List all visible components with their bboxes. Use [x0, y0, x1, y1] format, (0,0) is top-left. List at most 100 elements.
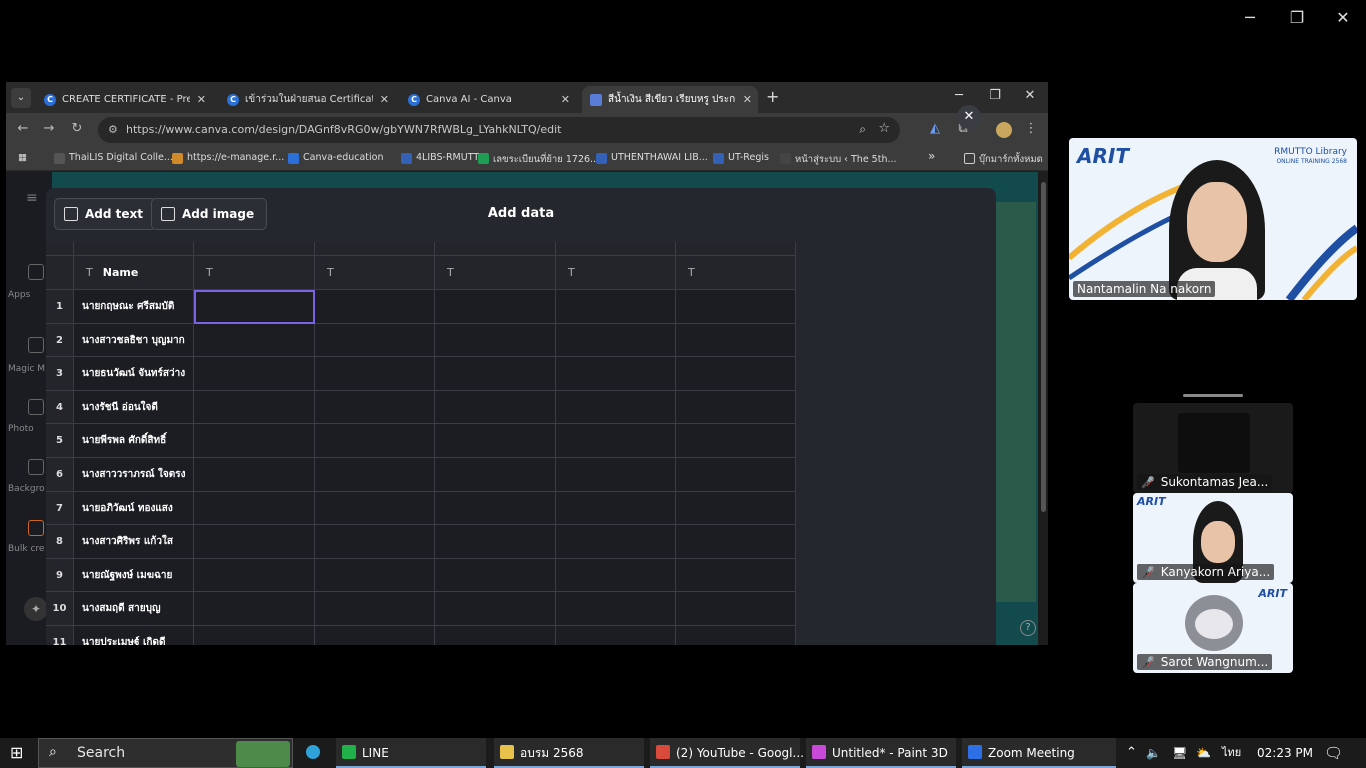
photos-icon[interactable] — [28, 399, 44, 415]
extension-icon[interactable]: ◭ — [926, 121, 944, 136]
hamburger-icon[interactable]: ≡ — [26, 190, 38, 206]
empty-cell[interactable] — [315, 357, 435, 391]
column-header[interactable]: T — [556, 256, 676, 290]
back-icon[interactable]: ← — [14, 121, 32, 136]
empty-cell[interactable] — [676, 491, 796, 526]
page-scrollbar[interactable] — [1038, 172, 1048, 645]
empty-cell[interactable] — [676, 323, 796, 358]
column-header[interactable]: T — [676, 256, 796, 290]
browser-restore-icon[interactable]: ❐ — [985, 88, 1005, 103]
browser-minimize-icon[interactable]: ─ — [949, 88, 969, 103]
new-tab-button[interactable]: + — [766, 87, 779, 106]
site-info-icon[interactable]: ⚙ — [108, 123, 118, 136]
background-icon[interactable] — [28, 459, 44, 475]
name-cell[interactable]: นางสมฤดี สายบุญ — [74, 592, 194, 626]
profile-avatar[interactable] — [996, 122, 1012, 138]
close-icon[interactable]: ✕ — [1331, 8, 1355, 27]
empty-cell[interactable] — [676, 626, 796, 645]
empty-cell[interactable] — [435, 323, 556, 358]
empty-cell[interactable] — [435, 290, 556, 324]
empty-cell[interactable] — [676, 525, 796, 559]
sidebar-magic-label[interactable]: Magic M — [8, 364, 45, 374]
participant-video-main[interactable]: ARIT RMUTTO Library ONLINE TRAINING 2568… — [1069, 138, 1357, 300]
empty-cell[interactable] — [556, 323, 676, 358]
name-cell[interactable]: นางรัชนี อ่อนใจดี — [74, 390, 194, 425]
empty-cell[interactable] — [435, 626, 556, 645]
empty-cell[interactable] — [435, 424, 556, 458]
empty-cell[interactable] — [315, 390, 435, 425]
empty-cell[interactable] — [435, 357, 556, 391]
empty-cell[interactable] — [194, 525, 315, 559]
gallery-drag-handle[interactable] — [1183, 394, 1243, 397]
browser-tab[interactable]: C Canva AI - Canva ✕ — [400, 86, 576, 113]
name-cell[interactable]: นายประเมษฐ์ เกิดดี — [74, 626, 194, 645]
tab-close-icon[interactable]: ✕ — [743, 86, 752, 113]
sidebar-bulk-label[interactable]: Bulk cre — [8, 544, 44, 554]
apps-grid-icon[interactable]: ▦ — [18, 152, 27, 163]
bookmark-item[interactable]: ThaiLIS Digital Colle... — [54, 152, 173, 164]
column-header[interactable]: T — [315, 256, 435, 290]
empty-cell[interactable] — [556, 290, 676, 324]
taskbar-app[interactable]: LINE — [336, 738, 486, 768]
empty-cell[interactable] — [556, 390, 676, 425]
taskbar-app[interactable]: อบรม 2568 — [494, 738, 644, 768]
empty-cell[interactable] — [194, 357, 315, 391]
help-icon[interactable]: ? — [1020, 620, 1036, 636]
tab-close-icon[interactable]: ✕ — [561, 86, 570, 113]
empty-cell[interactable] — [194, 626, 315, 645]
taskbar-search[interactable]: ⌕ Search — [38, 738, 293, 768]
browser-close-icon[interactable]: ✕ — [1020, 88, 1040, 103]
empty-cell[interactable] — [194, 491, 315, 526]
empty-cell[interactable] — [315, 525, 435, 559]
bookmark-star-icon[interactable]: ☆ — [878, 121, 890, 136]
name-cell[interactable]: นางสาวศิริพร แก้วใส — [74, 525, 194, 559]
sidebar-photos-label[interactable]: Photo — [8, 424, 34, 434]
taskbar-app[interactable]: Zoom Meeting — [962, 738, 1116, 768]
empty-cell[interactable] — [676, 390, 796, 425]
edge-icon[interactable] — [306, 738, 326, 768]
notifications-icon[interactable]: 🗨 — [1324, 738, 1343, 768]
tab-close-icon[interactable]: ✕ — [380, 86, 389, 113]
scrollbar-thumb[interactable] — [1041, 182, 1046, 512]
bookmark-item[interactable]: เลขระเบียนที่ย้าย 1726... — [478, 152, 599, 167]
empty-cell[interactable] — [435, 390, 556, 425]
taskbar-app[interactable]: (2) YouTube - Googl... — [650, 738, 804, 768]
empty-cell[interactable] — [676, 290, 796, 324]
name-cell[interactable]: นายกฤษณะ ศรีสมบัติ — [74, 290, 194, 324]
participant-video-3[interactable]: ARIT 🎤̸ Kanyakorn Ariya... — [1133, 493, 1293, 583]
name-cell[interactable]: นายณัฐพงษ์ เมฆฉาย — [74, 558, 194, 593]
browser-tab[interactable]: C CREATE CERTIFICATE - Presenta ✕ — [36, 86, 212, 113]
empty-cell[interactable] — [676, 357, 796, 391]
empty-cell[interactable] — [315, 558, 435, 593]
empty-cell[interactable] — [194, 558, 315, 593]
sidebar-apps-label[interactable]: Apps — [8, 290, 30, 300]
weather-icon[interactable]: ⛅ — [1196, 738, 1211, 768]
name-cell[interactable]: นายธนวัฒน์ จันทร์สว่าง — [74, 357, 194, 391]
empty-cell[interactable] — [435, 458, 556, 492]
apps-icon[interactable] — [28, 264, 44, 280]
empty-cell[interactable] — [194, 323, 315, 358]
bookmark-item[interactable]: Canva-education — [288, 152, 384, 164]
empty-cell[interactable] — [315, 458, 435, 492]
name-cell[interactable]: นางสาวชลธิชา บุญมาก — [74, 323, 194, 358]
bookmark-item[interactable]: UT-Regis — [713, 152, 769, 164]
empty-cell[interactable] — [435, 491, 556, 526]
tab-search-chevron-icon[interactable]: ⌄ — [11, 88, 31, 108]
bookmark-item[interactable]: 4LIBS-RMUTTO — [401, 152, 487, 164]
participant-video-2[interactable]: 🎤̸ Sukontamas Jea... — [1133, 403, 1293, 493]
column-header[interactable]: T — [435, 256, 556, 290]
language-indicator[interactable]: ไทย — [1222, 738, 1241, 768]
bookmarks-more-icon[interactable]: » — [928, 149, 935, 163]
empty-cell[interactable] — [556, 491, 676, 526]
empty-cell[interactable] — [315, 592, 435, 626]
name-cell[interactable]: นางสาววราภรณ์ ใจตรง — [74, 458, 194, 492]
column-header[interactable]: T — [194, 256, 315, 290]
volume-icon[interactable]: 🔈 — [1146, 738, 1161, 768]
tray-chevron-up-icon[interactable]: ⌃ — [1126, 738, 1137, 768]
empty-cell[interactable] — [435, 558, 556, 593]
magic-media-icon[interactable] — [28, 337, 44, 353]
empty-cell[interactable] — [676, 424, 796, 458]
empty-cell[interactable] — [435, 525, 556, 559]
empty-cell[interactable] — [435, 592, 556, 626]
empty-cell[interactable] — [194, 390, 315, 425]
